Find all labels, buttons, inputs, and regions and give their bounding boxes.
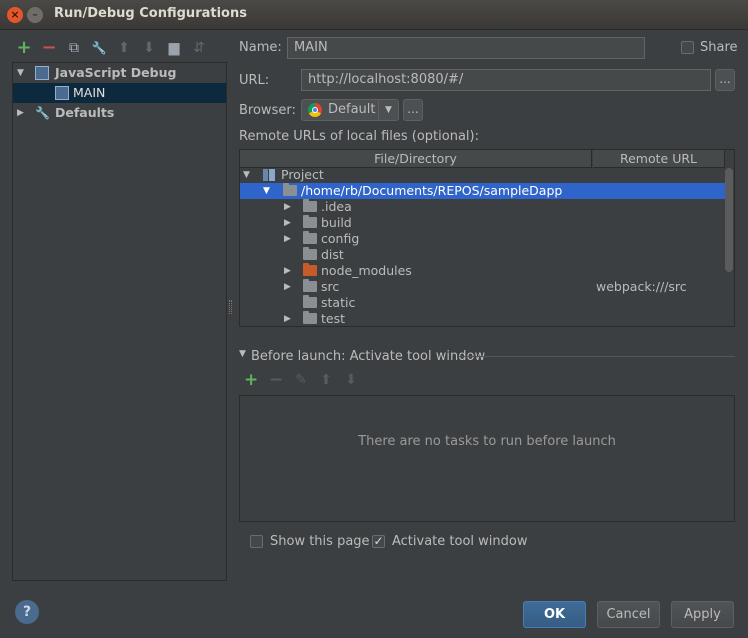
collapse-arrow-icon[interactable]: ▶ [284,215,291,231]
excluded-folder-icon [303,263,317,276]
empty-tasks-message: There are no tasks to run before launch [358,434,616,449]
row-name: src [321,279,340,294]
column-header-remote-url[interactable]: Remote URL [593,150,725,168]
name-label: Name: [239,40,282,55]
table-row[interactable]: ▶ config [240,231,726,247]
table-row[interactable]: ▶ node_modules [240,263,726,279]
show-page-label: Show this page [270,534,370,549]
table-row[interactable]: ▶ test [240,311,726,326]
row-remote-url[interactable]: webpack:///src [596,279,687,295]
folder-icon [303,279,317,292]
row-name: build [321,215,352,230]
copy-icon[interactable]: ⧉ [66,40,82,56]
expand-arrow-icon[interactable]: ▼ [263,183,270,199]
url-browse-button[interactable]: ... [715,69,735,91]
collapse-arrow-icon[interactable]: ▶ [284,311,291,326]
row-name: node_modules [321,263,412,278]
help-button[interactable]: ? [15,600,39,624]
expand-arrow-icon[interactable]: ▼ [243,167,250,183]
panel-splitter[interactable] [229,300,232,314]
browser-select[interactable]: Default ▼ [301,99,399,121]
table-row[interactable]: ▶ build [240,215,726,231]
move-task-up-icon[interactable]: ⬆ [319,373,333,387]
remove-task-icon[interactable]: − [269,372,283,389]
add-task-icon[interactable]: + [244,372,258,389]
row-name: .idea [321,199,352,214]
wrench-icon: 🔧 [35,106,50,120]
collapse-arrow-icon[interactable]: ▶ [284,279,291,295]
javascript-debug-icon [55,86,69,100]
table-row[interactable]: ▼ Project [240,167,726,183]
row-name: test [321,311,346,326]
row-name: static [321,295,356,310]
chrome-icon [308,103,322,117]
collapse-arrow-icon[interactable]: ▶ [284,199,291,215]
folder-icon [303,231,317,244]
close-window-button[interactable]: × [7,7,23,23]
browser-select-value: Default [328,102,376,117]
project-icon [263,169,275,181]
url-field[interactable]: http://localhost:8080/#/ [301,69,711,91]
row-name: /home/rb/Documents/REPOS/sampleDapp [301,183,563,198]
window-title: Run/Debug Configurations [54,6,247,21]
activate-tool-window-label: Activate tool window [392,534,528,549]
apply-button[interactable]: Apply [671,601,734,628]
row-name: Project [281,167,324,182]
configurations-tree[interactable]: ▼ JavaScript Debug MAIN ▶ 🔧 Defaults [12,62,227,581]
table-row[interactable]: static [240,295,726,311]
collapse-arrow-icon[interactable]: ▼ [239,349,246,359]
move-up-icon[interactable]: ⬆ [116,40,132,56]
expand-arrow-icon[interactable]: ▼ [17,63,24,83]
folder-icon [303,247,317,260]
url-label: URL: [239,73,270,88]
browser-label: Browser: [239,103,296,118]
remote-urls-label: Remote URLs of local files (optional): [239,129,479,144]
javascript-debug-icon [35,66,49,80]
browser-settings-button[interactable]: ... [403,99,423,121]
chevron-down-icon: ▼ [378,100,398,120]
collapse-arrow-icon[interactable]: ▶ [17,103,24,123]
sort-icon[interactable]: ⇵ [191,40,207,56]
show-page-checkbox[interactable] [250,535,263,548]
edit-task-icon[interactable]: ✎ [294,373,308,387]
table-row[interactable]: dist [240,247,726,263]
tree-item-defaults[interactable]: ▶ 🔧 Defaults [13,103,226,123]
folder-icon[interactable]: ▆ [166,40,182,56]
tree-item-javascript-debug[interactable]: ▼ JavaScript Debug [13,63,226,83]
move-task-down-icon[interactable]: ⬇ [344,373,358,387]
folder-icon [303,215,317,228]
divider [459,356,735,357]
tree-item-label: Defaults [55,105,115,120]
tree-item-label: MAIN [73,85,106,100]
move-down-icon[interactable]: ⬇ [141,40,157,56]
share-label: Share [700,40,738,55]
folder-icon [283,183,297,196]
collapse-arrow-icon[interactable]: ▶ [284,231,291,247]
cancel-button[interactable]: Cancel [597,601,660,628]
table-scrollbar[interactable] [725,168,733,272]
row-name: dist [321,247,344,262]
folder-icon [303,295,317,308]
table-row[interactable]: ▶ src webpack:///src [240,279,726,295]
tree-item-label: JavaScript Debug [55,65,177,80]
before-launch-tasks-list[interactable]: There are no tasks to run before launch [239,395,735,522]
share-checkbox[interactable] [681,41,694,54]
column-header-file-directory[interactable]: File/Directory [240,150,592,168]
folder-icon [303,311,317,324]
name-field[interactable]: MAIN [287,37,645,59]
folder-icon [303,199,317,212]
minimize-window-button[interactable]: – [27,7,43,23]
table-row[interactable]: ▼ /home/rb/Documents/REPOS/sampleDapp [240,183,726,199]
tree-item-main[interactable]: MAIN [13,83,226,103]
activate-tool-window-checkbox[interactable]: ✓ [372,535,385,548]
wrench-icon[interactable]: 🔧 [91,40,107,56]
remove-icon[interactable]: − [41,39,57,57]
add-icon[interactable]: + [16,39,32,57]
table-row[interactable]: ▶ .idea [240,199,726,215]
row-name: config [321,231,360,246]
collapse-arrow-icon[interactable]: ▶ [284,263,291,279]
ok-button[interactable]: OK [523,601,586,628]
remote-urls-table[interactable]: File/Directory Remote URL ▼ Project ▼ /h… [239,149,735,327]
before-launch-header[interactable]: Before launch: Activate tool window [251,349,485,364]
